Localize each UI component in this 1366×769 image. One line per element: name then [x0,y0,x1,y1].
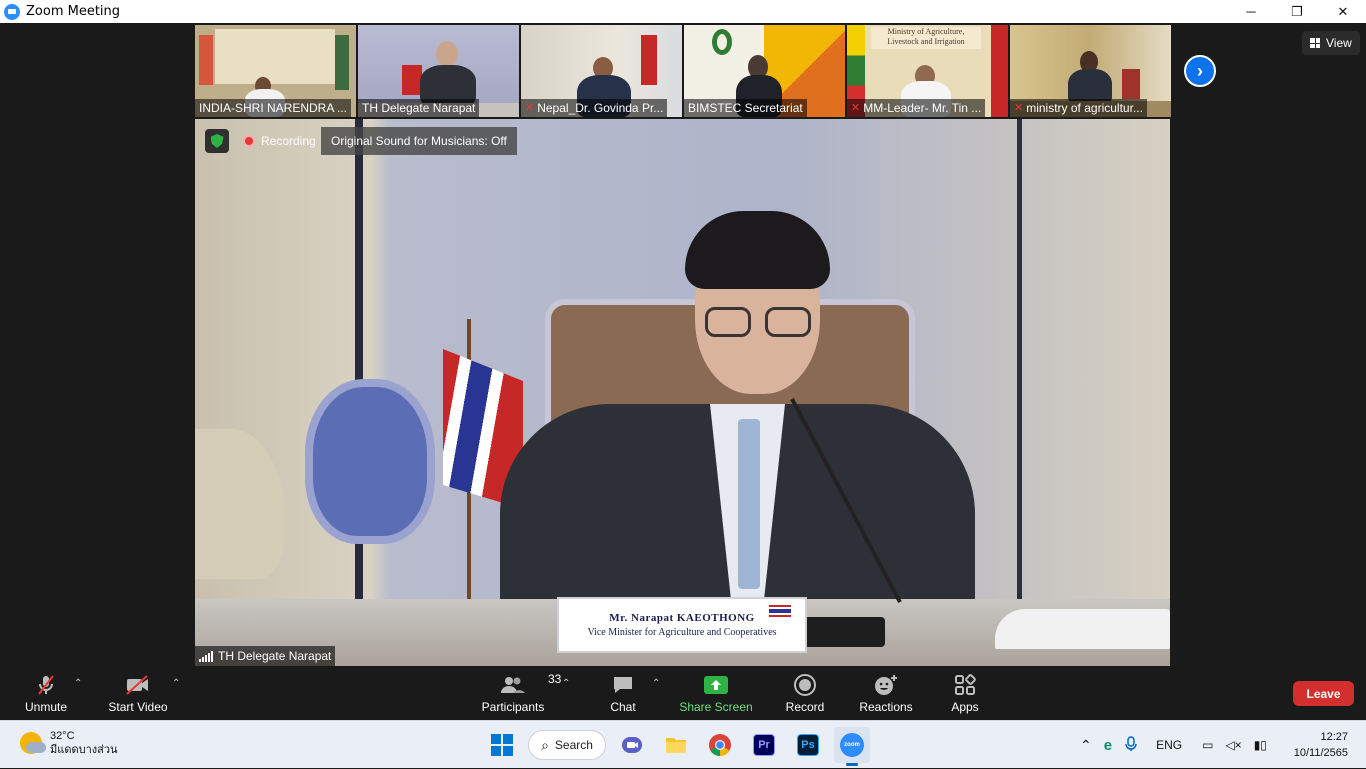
muted-mic-icon [34,672,58,698]
battery-icon[interactable]: ▮▯ [1254,738,1267,752]
chat-bubble-icon [611,672,635,698]
restore-button[interactable]: ❐ [1274,0,1320,23]
original-sound-toggle[interactable]: Original Sound for Musicians: Off [321,127,517,155]
zoom-logo-icon [4,3,20,20]
nameplate-title: Vice Minister for Agriculture and Cooper… [587,627,777,638]
unmute-button[interactable]: Unmute [20,666,72,720]
participants-options-caret-icon[interactable]: ⌃ [562,678,570,689]
share-screen-icon [703,672,729,698]
chevron-up-icon[interactable]: ⌃ [1080,737,1092,754]
meeting-toolbar: Unmute ⌃ Start Video ⌃ 33 Participants ⌃… [0,666,1366,720]
zoom-taskbar-icon[interactable]: zoom [834,727,870,766]
search-icon: ⌕ [541,736,549,753]
encryption-shield-icon[interactable] [205,129,229,153]
close-button[interactable]: ✕ [1320,0,1366,23]
thumbnail-name: MM-Leader- Mr. Tin ... [863,101,982,115]
minimize-button[interactable]: ─ [1228,0,1274,23]
video-off-icon [124,672,152,698]
recording-dot-icon [243,135,255,147]
taskbar-search[interactable]: ⌕ Search [528,730,606,760]
apps-icon [953,672,977,698]
participant-thumbnail[interactable]: ✕ Nepal_Dr. Govinda Pr... [521,25,682,117]
window-title: Zoom Meeting [26,4,121,19]
participants-icon [501,677,525,693]
chat-label: Chat [610,700,636,714]
clock-time: 12:27 [1320,731,1348,743]
weather-widget[interactable]: 32°C มีแดดบางส่วน [20,729,118,757]
weather-text: มีแดดบางส่วน [50,744,118,756]
audio-options-caret-icon[interactable]: ⌃ [74,678,82,689]
file-explorer-icon[interactable] [658,727,694,763]
participant-thumbnail[interactable]: BIMSTEC Secretariat [684,25,845,117]
share-screen-label: Share Screen [679,700,753,714]
muted-mic-icon: ✕ [1014,102,1024,114]
thumbnail-name: TH Delegate Narapat [362,101,476,115]
system-tray: ⌃ e ENG ▭ ◁× ▮▯ [1080,721,1267,769]
thumbnail-name: Nepal_Dr. Govinda Pr... [537,101,664,115]
royal-emblem [305,379,435,544]
title-bar: Zoom Meeting ─ ❐ ✕ [0,0,1366,23]
chat-options-caret-icon[interactable]: ⌃ [652,678,660,689]
participant-name-label: TH Delegate Narapat [218,649,332,663]
weather-partly-sunny-icon [20,732,46,754]
start-video-button[interactable]: Start Video [106,666,170,720]
meeting-area: INDIA-SHRI NARENDRA ... TH Delegate Nara… [0,23,1366,720]
unmute-label: Unmute [24,700,68,714]
clock[interactable]: 12:27 10/11/2565 [1286,729,1348,761]
windows-taskbar: 32°C มีแดดบางส่วน ⌕ Search Pr Ps zoom ⌃ … [0,720,1366,768]
participants-label: Participants [481,700,545,714]
record-icon [793,672,817,698]
search-label: Search [554,738,593,752]
reactions-button[interactable]: Reactions [858,666,914,720]
temperature: 32°C [50,730,75,742]
thumbnail-name: INDIA-SHRI NARENDRA ... [199,101,348,115]
signal-strength-icon [199,650,213,662]
leave-button[interactable]: Leave [1293,681,1354,706]
start-button[interactable] [484,727,520,763]
view-button-label: View [1326,36,1352,50]
windows-logo-icon [491,734,513,756]
thumbnail-strip: INDIA-SHRI NARENDRA ... TH Delegate Nara… [195,25,1171,117]
edge-tray-icon[interactable]: e [1104,737,1112,754]
smiley-plus-icon [873,672,899,698]
input-language[interactable]: ENG [1156,738,1182,752]
chrome-icon[interactable] [702,727,738,763]
muted-mic-icon: ✕ [525,102,535,114]
main-video[interactable]: Mr. Narapat KAEOTHONG Vice Minister for … [195,119,1170,666]
participants-count: 33 [548,672,562,686]
participant-thumbnail[interactable]: Ministry of Agriculture, Livestock and Ir… [847,25,1008,117]
microphone-tray-icon[interactable] [1124,735,1138,755]
view-button[interactable]: View [1302,31,1360,55]
thumbnail-name: ministry of agricultur... [1026,101,1143,115]
premiere-pro-icon[interactable]: Pr [746,727,782,763]
video-options-caret-icon[interactable]: ⌃ [172,678,180,689]
nameplate: Mr. Narapat KAEOTHONG Vice Minister for … [557,597,807,653]
share-screen-button[interactable]: Share Screen [679,666,753,720]
muted-mic-icon: ✕ [851,102,861,114]
apps-label: Apps [951,700,979,714]
next-page-button[interactable]: › [1184,55,1216,87]
chevron-right-icon: › [1197,60,1203,81]
start-video-label: Start Video [108,700,168,714]
apps-button[interactable]: Apps [948,666,982,720]
participant-thumbnail[interactable]: ✕ ministry of agricultur... [1010,25,1171,117]
recording-indicator[interactable]: Recording [235,129,324,153]
participants-button[interactable]: 33 Participants [478,666,562,720]
meet-app-icon[interactable] [614,727,650,763]
grid-view-icon [1310,38,1320,48]
photoshop-icon[interactable]: Ps [790,727,826,763]
video-participant-name: TH Delegate Narapat [195,646,336,666]
nameplate-name: Mr. Narapat KAEOTHONG [609,612,755,624]
thumbnail-name: BIMSTEC Secretariat [688,101,803,115]
participant-thumbnail[interactable]: INDIA-SHRI NARENDRA ... [195,25,356,117]
volume-muted-icon[interactable]: ◁× [1225,738,1241,752]
clock-date: 10/11/2565 [1293,747,1348,759]
reactions-label: Reactions [859,700,913,714]
record-button[interactable]: Record [784,666,826,720]
record-label: Record [785,700,825,714]
recording-label: Recording [261,134,316,148]
network-icon[interactable]: ▭ [1202,738,1213,752]
chat-button[interactable]: Chat [604,666,642,720]
participant-thumbnail-active[interactable]: TH Delegate Narapat [358,25,519,117]
